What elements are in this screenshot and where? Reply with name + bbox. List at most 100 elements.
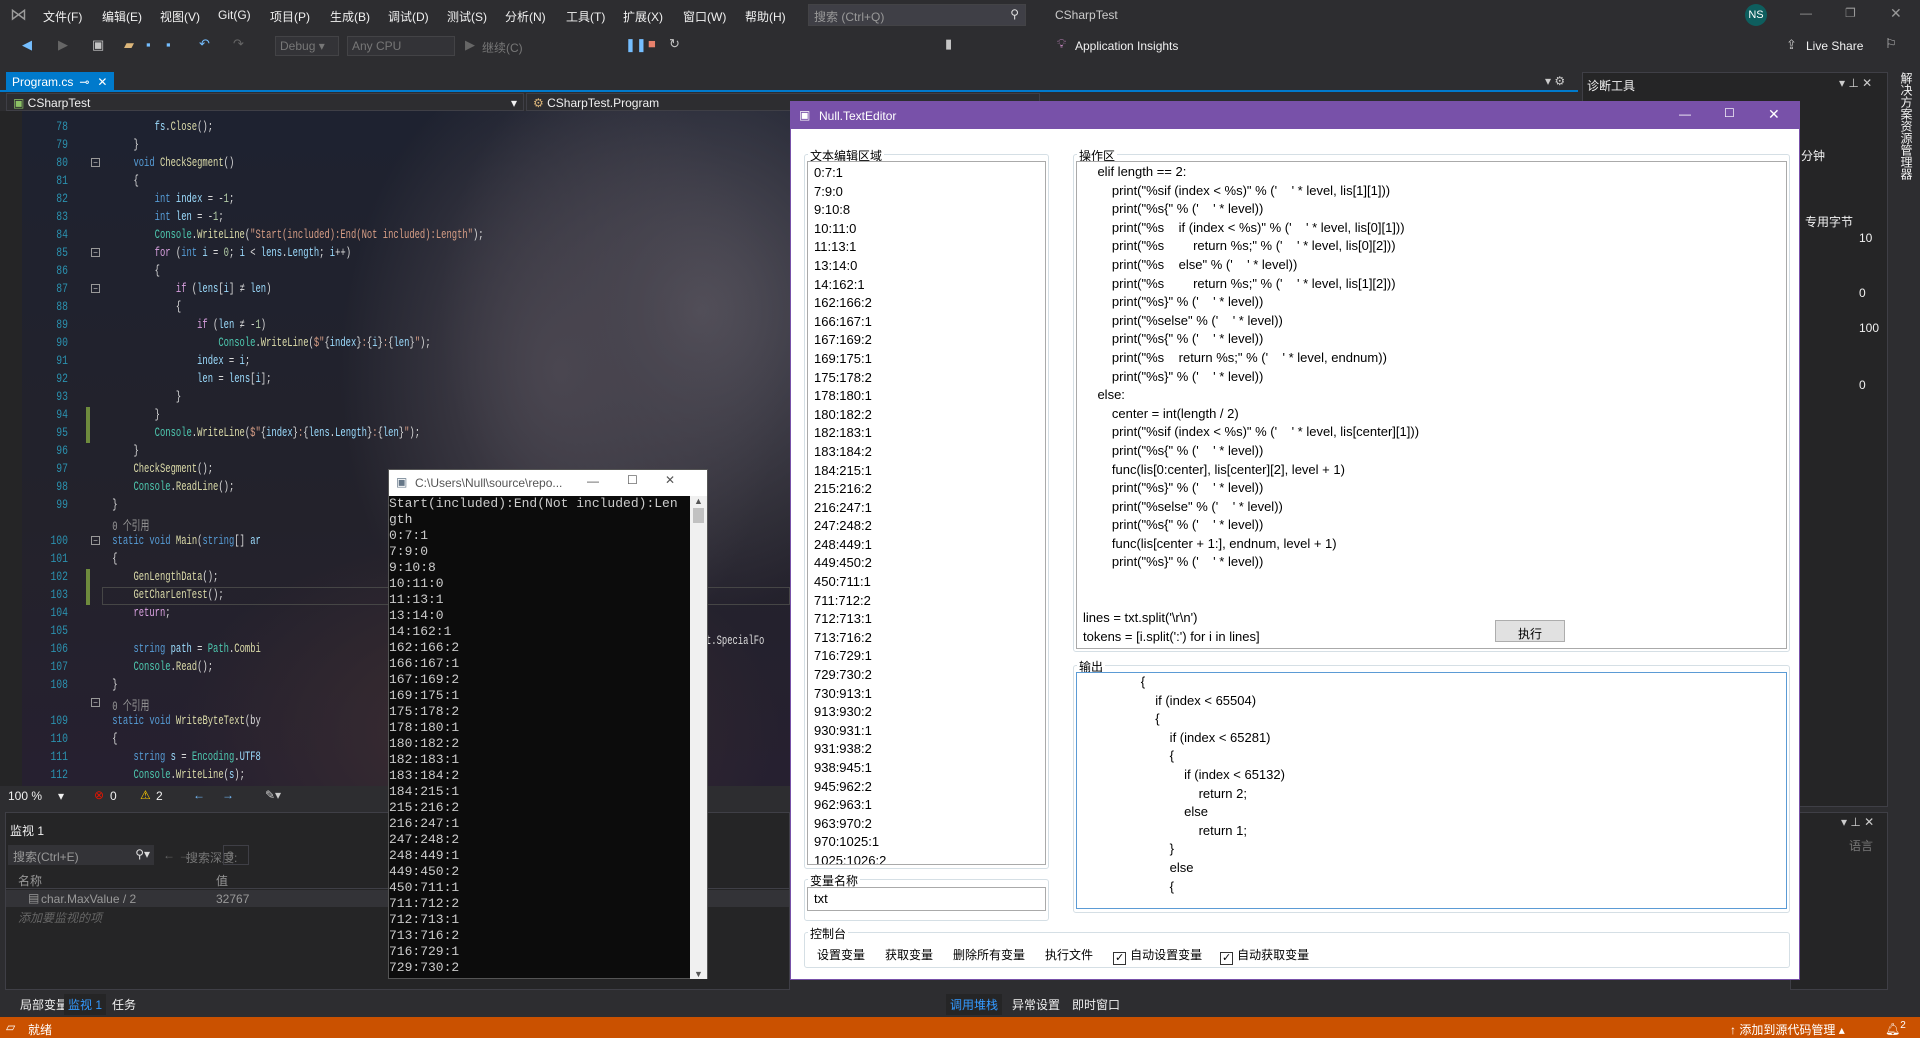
avatar[interactable]: NS bbox=[1745, 4, 1767, 26]
tool-tab[interactable]: 即时窗口 bbox=[1068, 994, 1124, 1015]
menu-item[interactable]: 扩展(X) bbox=[623, 8, 663, 25]
notification-icon[interactable]: 🔔︎2 bbox=[1885, 1020, 1906, 1036]
menu-item[interactable]: 文件(F) bbox=[43, 8, 82, 25]
console-button[interactable]: 设置变量 bbox=[817, 948, 865, 962]
search-depth-select[interactable]: 3 bbox=[223, 845, 249, 865]
application-insights-button[interactable]: Application Insights bbox=[1075, 39, 1178, 53]
execute-button[interactable]: 执行 bbox=[1495, 620, 1565, 642]
source-control-button[interactable]: ↑ 添加到源代码管理 ▴ bbox=[1730, 1021, 1845, 1038]
add-watch-item[interactable]: 添加要监视的项 bbox=[18, 909, 102, 926]
previous-issue-icon[interactable]: ← bbox=[193, 788, 205, 802]
new-project-icon[interactable]: ▣ bbox=[92, 37, 104, 53]
fold-toggle-icon[interactable]: − bbox=[91, 536, 100, 545]
code-line[interactable]: 90 Console.WriteLine($"{index}:{i}:{len}… bbox=[0, 334, 790, 352]
code-line[interactable]: 88 { bbox=[0, 298, 790, 316]
close-button[interactable]: ✕ bbox=[1768, 106, 1780, 123]
menu-item[interactable]: Git(G) bbox=[218, 8, 251, 22]
continue-button[interactable]: 继续(C) bbox=[482, 39, 523, 56]
menu-item[interactable]: 窗口(W) bbox=[683, 8, 726, 25]
code-line[interactable]: 86 { bbox=[0, 262, 790, 280]
fold-toggle-icon[interactable]: − bbox=[91, 248, 100, 257]
menu-item[interactable]: 帮助(H) bbox=[745, 8, 786, 25]
close-button[interactable]: ✕ bbox=[665, 473, 675, 487]
menu-item[interactable]: 编辑(E) bbox=[102, 8, 142, 25]
zoom-level[interactable]: 100 % bbox=[8, 789, 42, 803]
text-edit-area[interactable]: 0:7:1 7:9:0 9:10:8 10:11:0 11:13:1 13:14:0 14:… bbox=[807, 161, 1046, 865]
next-issue-icon[interactable]: → bbox=[222, 788, 234, 802]
code-line[interactable]: 92 len = lens[i]; bbox=[0, 370, 790, 388]
zoom-dropdown-icon[interactable]: ▾ bbox=[58, 789, 64, 803]
panel-controls[interactable]: ▾ ⊥ ✕ bbox=[1839, 76, 1872, 90]
code-line[interactable]: 96 } bbox=[0, 442, 790, 460]
solution-explorer-tab[interactable]: 解决方案资源管理器 bbox=[1893, 72, 1915, 182]
auto-checkbox[interactable]: ✓ 自动获取变量 bbox=[1220, 948, 1309, 965]
start-icon[interactable]: ▶ bbox=[465, 37, 475, 53]
close-tab-icon[interactable]: ✕ bbox=[97, 75, 107, 89]
minimize-button[interactable]: — bbox=[1800, 6, 1812, 20]
checkbox-icon[interactable]: ✓ bbox=[1113, 952, 1127, 965]
code-line[interactable]: 94 } bbox=[0, 406, 790, 424]
error-count[interactable]: 0 bbox=[110, 789, 117, 803]
fold-toggle-icon[interactable]: − bbox=[91, 698, 100, 707]
menu-item[interactable]: 测试(S) bbox=[447, 8, 487, 25]
configuration-select[interactable]: Debug ▾ bbox=[275, 36, 339, 56]
console-window[interactable]: ▣ C:\Users\Null\source\repo... — ☐ ✕ Sta… bbox=[388, 469, 708, 979]
code-line[interactable]: 89 if (len ≠ -1) bbox=[0, 316, 790, 334]
text-editor-window[interactable]: ▣ Null.TextEditor — ☐ ✕ 文本编辑区域 0:7:1 7:9:… bbox=[790, 101, 1800, 980]
panel-controls[interactable]: ▾ ⊥ ✕ bbox=[1841, 815, 1874, 829]
variable-name-input[interactable]: txt bbox=[807, 887, 1046, 911]
menu-item[interactable]: 生成(B) bbox=[330, 8, 370, 25]
column-value[interactable]: 值 bbox=[216, 872, 228, 889]
minimize-button[interactable]: — bbox=[587, 474, 599, 488]
output-area[interactable]: { if (index < 65504) { if (index < 65281… bbox=[1076, 672, 1787, 909]
save-icon[interactable]: ▪ bbox=[146, 37, 151, 52]
warning-count[interactable]: 2 bbox=[156, 789, 163, 803]
code-line[interactable]: 87 if (lens[i] ≠ len) bbox=[0, 280, 790, 298]
close-button[interactable]: ✕ bbox=[1890, 5, 1902, 22]
console-button[interactable]: 获取变量 bbox=[885, 948, 933, 962]
restore-button[interactable]: ❐ bbox=[1845, 6, 1856, 20]
menu-item[interactable]: 分析(N) bbox=[505, 8, 546, 25]
bookmark-icon[interactable]: ▮ bbox=[945, 36, 952, 52]
feedback-icon[interactable]: ⚐ bbox=[1885, 36, 1897, 52]
menu-item[interactable]: 视图(V) bbox=[160, 8, 200, 25]
console-button[interactable]: 执行文件 bbox=[1045, 948, 1093, 962]
form-title-bar[interactable]: ▣ Null.TextEditor — ☐ ✕ bbox=[791, 102, 1799, 129]
menu-item[interactable]: 调试(D) bbox=[388, 8, 429, 25]
tool-tab[interactable]: 任务 bbox=[108, 994, 140, 1015]
code-line[interactable]: 93 } bbox=[0, 388, 790, 406]
menu-item[interactable]: 项目(P) bbox=[270, 8, 310, 25]
code-line[interactable]: 79 } bbox=[0, 136, 790, 154]
code-line[interactable]: 85 for (int i = 0; i < lens.Length; i++) bbox=[0, 244, 790, 262]
console-button[interactable]: 删除所有变量 bbox=[953, 948, 1025, 962]
code-line[interactable]: 91 index = i; bbox=[0, 352, 790, 370]
search-input[interactable]: 搜索 (Ctrl+Q) ⚲ bbox=[808, 4, 1026, 26]
fold-toggle-icon[interactable]: − bbox=[91, 158, 100, 167]
tool-tab[interactable]: 调用堆栈 bbox=[946, 994, 1003, 1015]
watch-search-input[interactable]: 搜索(Ctrl+E) ⚲▾ bbox=[8, 845, 154, 865]
maximize-button[interactable]: ☐ bbox=[1724, 106, 1735, 120]
save-all-icon[interactable]: ▪ bbox=[166, 37, 171, 52]
operation-code-area[interactable]: elif length == 2: print("%sif (index < %… bbox=[1076, 161, 1787, 649]
fold-toggle-icon[interactable]: − bbox=[91, 284, 100, 293]
tool-tab[interactable]: 监视 1 bbox=[64, 994, 107, 1015]
code-line[interactable]: 81 { bbox=[0, 172, 790, 190]
undo-icon[interactable]: ↶ bbox=[199, 36, 210, 52]
back-icon[interactable]: ◀ bbox=[22, 37, 32, 53]
auto-checkbox[interactable]: ✓ 自动设置变量 bbox=[1113, 948, 1202, 965]
code-line[interactable]: 78 fs.Close(); bbox=[0, 118, 790, 136]
maximize-button[interactable]: ☐ bbox=[627, 473, 638, 487]
platform-select[interactable]: Any CPU bbox=[347, 36, 455, 56]
live-share-button[interactable]: Live Share bbox=[1806, 39, 1863, 53]
project-dropdown[interactable]: ▣ CSharpTest ▾ bbox=[6, 93, 524, 111]
console-title-bar[interactable]: ▣ C:\Users\Null\source\repo... — ☐ ✕ bbox=[389, 470, 707, 496]
code-line[interactable]: 83 int len = -1; bbox=[0, 208, 790, 226]
console-scrollbar[interactable]: ▲ ▼ bbox=[690, 496, 707, 979]
column-name[interactable]: 名称 bbox=[18, 872, 42, 889]
checkbox-icon[interactable]: ✓ bbox=[1220, 952, 1234, 965]
menu-item[interactable]: 工具(T) bbox=[566, 8, 605, 25]
pin-icon[interactable]: ⊸ bbox=[79, 75, 89, 89]
tab-list-dropdown-icon[interactable]: ▾ ⚙ bbox=[1545, 74, 1565, 88]
tool-tab[interactable]: 异常设置 bbox=[1008, 994, 1064, 1015]
stop-icon[interactable]: ■ bbox=[648, 36, 656, 51]
